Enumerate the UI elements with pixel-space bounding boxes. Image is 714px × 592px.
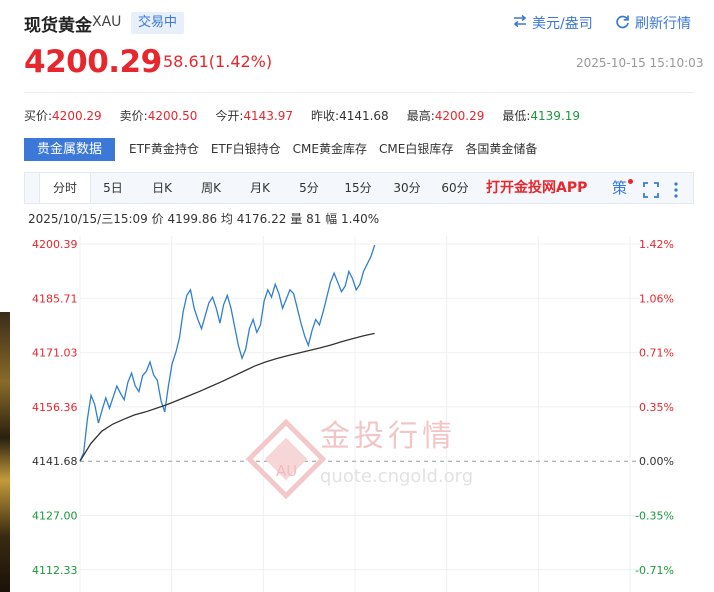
tab-monthly-k[interactable]: 月K [242, 173, 278, 203]
info-vol-label: 量 [290, 212, 303, 226]
current-price: 4200.29 [24, 44, 162, 80]
pct-tick-label: -0.71% [635, 564, 674, 577]
y-tick-label: 4200.39 [32, 238, 78, 251]
open-app-link[interactable]: 打开金投网APP [486, 173, 587, 203]
watermark: AU 金投行情 quote.cngold.org [245, 418, 473, 500]
status-badge: 交易中 [131, 12, 184, 34]
watermark-logo [245, 418, 327, 500]
more-icon[interactable] [672, 179, 680, 198]
tab-precious-metals[interactable]: 贵金属数据 [24, 138, 116, 161]
side-ad-image [0, 312, 10, 592]
notification-dot [628, 179, 633, 184]
data-tabs: 贵金属数据 ETF黄金持仓 ETF白银持仓 CME黄金库存 CME白银库存 各国… [24, 138, 543, 161]
refresh-icon [615, 14, 630, 33]
currency-unit-label: 美元/盎司 [532, 16, 593, 32]
info-price-label: 价 [151, 212, 164, 226]
tab-gold-reserves[interactable]: 各国黄金储备 [459, 138, 543, 161]
pct-tick-label: 0.00% [639, 455, 674, 468]
strategy-button[interactable]: 策 [612, 173, 633, 203]
tab-weekly-k[interactable]: 周K [193, 173, 229, 203]
chart-canvas: AU 金投行情 quote.cngold.org 4200.39 1.42% 418… [32, 236, 674, 592]
header-divider [24, 92, 694, 93]
quote-prev-close: 昨收:4141.68 [311, 109, 389, 123]
pct-tick-label: -0.35% [635, 510, 674, 523]
info-amp: 1.40% [341, 212, 380, 226]
currency-unit-link[interactable]: 美元/盎司 [513, 13, 593, 33]
switch-icon [513, 14, 527, 31]
quote-summary: 买价:4200.29 卖价:4200.50 今开:4143.97 昨收:4141… [24, 107, 598, 124]
refresh-label: 刷新行情 [635, 16, 691, 32]
tab-5min[interactable]: 5分 [291, 173, 327, 203]
watermark-logo-text: AU [276, 462, 297, 480]
quote-bid: 买价:4200.29 [24, 109, 102, 123]
tab-30min[interactable]: 30分 [387, 173, 427, 203]
quote-timestamp: 2025-10-15 15:10:03 [576, 56, 704, 70]
pct-tick-label: 0.35% [639, 401, 674, 414]
tab-15min[interactable]: 15分 [338, 173, 378, 203]
pct-tick-label: 1.06% [639, 292, 674, 305]
quote-ask: 卖价:4200.50 [119, 109, 198, 123]
crosshair-info: 2025/10/15/三15:09 价 4199.86 均 4176.22 量 … [28, 210, 379, 227]
quote-low: 最低:4139.19 [502, 109, 581, 123]
chart-period-tabs: 分时 5日 日K 周K 月K 5分 15分 30分 60分 打开金投网APP 策 [24, 172, 694, 204]
tab-etf-silver[interactable]: ETF白银持仓 [205, 138, 287, 161]
strategy-label: 策 [612, 179, 628, 197]
info-amp-label: 幅 [325, 212, 338, 226]
info-avg-label: 均 [220, 212, 233, 226]
intraday-chart[interactable]: AU 金投行情 quote.cngold.org 4200.39 1.42% 418… [24, 236, 698, 592]
watermark-text: 金投行情 [320, 419, 456, 454]
info-price: 4199.86 [167, 212, 218, 226]
watermark-url: quote.cngold.org [320, 466, 473, 487]
tab-60min[interactable]: 60分 [435, 173, 475, 203]
pct-tick-label: 0.71% [639, 347, 674, 360]
fullscreen-icon[interactable] [642, 179, 660, 198]
quote-open: 今开:4143.97 [215, 109, 294, 123]
y-tick-label: 4127.00 [32, 510, 78, 523]
quote-high: 最高:4200.29 [406, 109, 485, 123]
instrument-name: 现货黄金 [24, 16, 92, 36]
tab-cme-silver[interactable]: CME白银库存 [373, 138, 459, 161]
pct-tick-label: 1.42% [639, 238, 674, 251]
info-datetime: 2025/10/15/三15:09 [28, 212, 148, 226]
info-avg: 4176.22 [236, 212, 287, 226]
y-tick-label: 4141.68 [32, 455, 78, 468]
y-tick-label: 4156.36 [32, 401, 78, 414]
tab-intraday[interactable]: 分时 [39, 173, 91, 203]
refresh-button[interactable]: 刷新行情 [615, 13, 691, 33]
tab-etf-gold[interactable]: ETF黄金持仓 [123, 138, 205, 161]
y-tick-label: 4112.33 [32, 564, 78, 577]
y-tick-label: 4171.03 [32, 347, 78, 360]
info-vol: 81 [306, 212, 322, 226]
tab-cme-gold[interactable]: CME黄金库存 [287, 138, 373, 161]
price-change: 58.61(1.42%) [163, 52, 273, 71]
tab-daily-k[interactable]: 日K [144, 173, 180, 203]
tab-5day[interactable]: 5日 [95, 173, 131, 203]
y-tick-label: 4185.71 [32, 292, 78, 305]
instrument-code: XAU [92, 14, 122, 30]
